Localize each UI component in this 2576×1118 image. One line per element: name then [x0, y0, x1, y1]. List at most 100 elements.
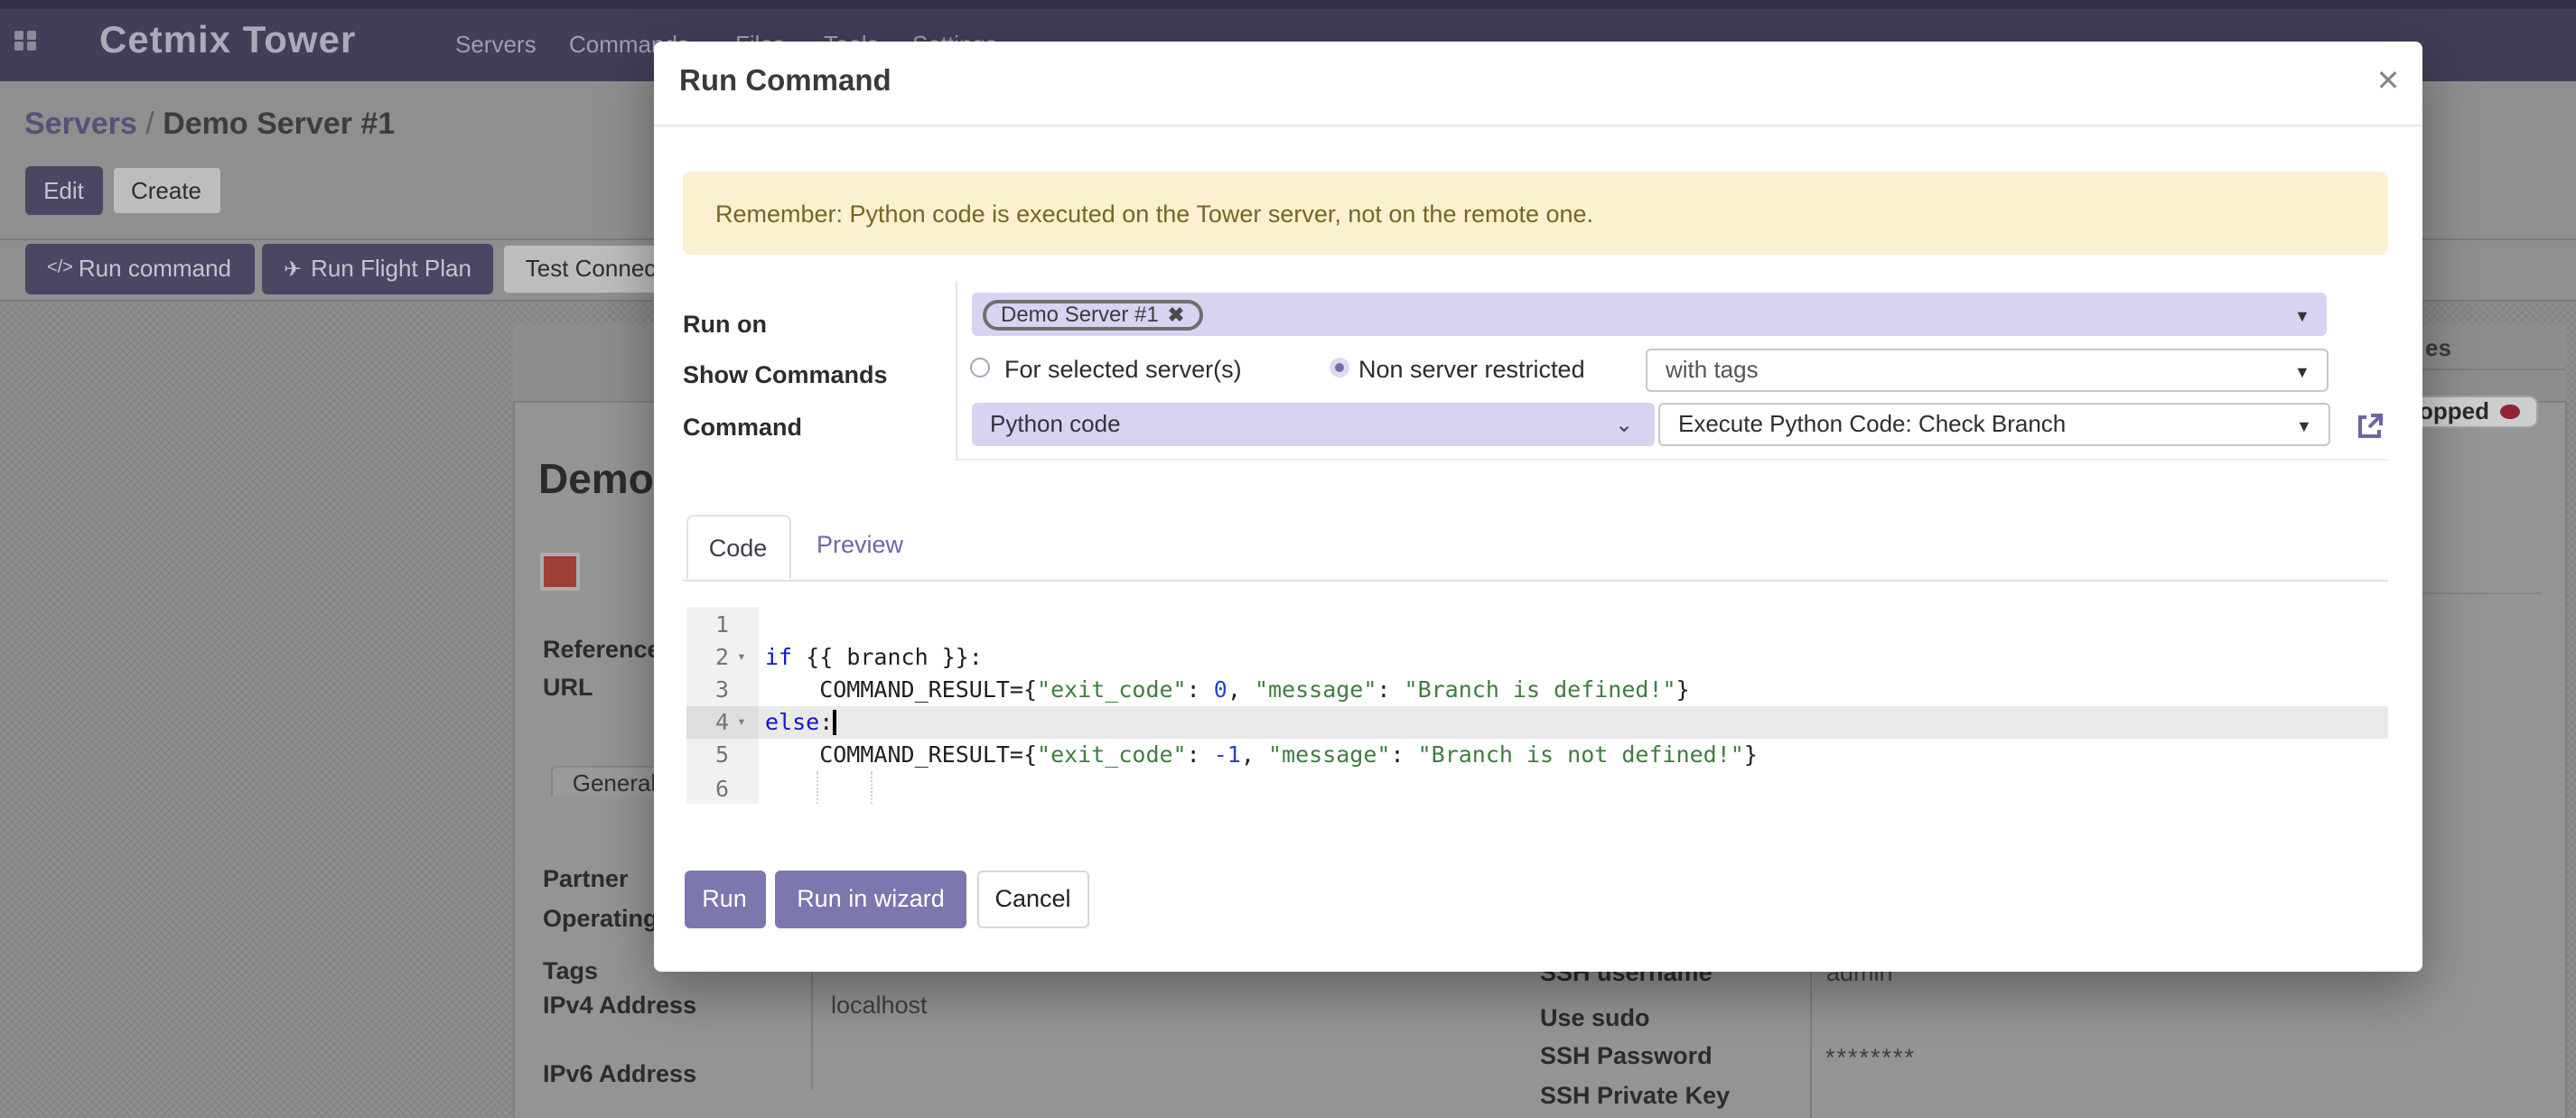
breadcrumb-servers-link[interactable]: Servers: [24, 107, 137, 141]
cancel-button[interactable]: Cancel: [976, 870, 1089, 927]
run-on-multiselect[interactable]: Demo Server #1 ✖: [972, 293, 2327, 336]
apps-grid-icon[interactable]: [14, 30, 36, 50]
code-token: :: [1390, 741, 1417, 769]
code-line-2[interactable]: 2▾ if {{ branch }}:: [686, 639, 2387, 672]
code-token: "Branch is not defined!": [1418, 741, 1744, 769]
line-number: 3: [686, 675, 729, 703]
radio-label-non-server-restricted[interactable]: Non server restricted: [1358, 356, 1585, 383]
field-label-tags: Tags: [543, 957, 598, 984]
code-token: COMMAND_RESULT={: [765, 741, 1037, 769]
server-tag-label: Demo Server #1: [1001, 302, 1159, 327]
python-warning-alert: Remember: Python code is executed on the…: [683, 172, 2388, 255]
code-line-1[interactable]: 1: [686, 607, 2387, 639]
code-token: "exit_code": [1037, 675, 1187, 703]
fold-arrow-icon[interactable]: ▾: [729, 648, 754, 665]
command-label: Command: [683, 413, 802, 440]
code-text: [758, 771, 765, 804]
field-label-ssh-password: SSH Password: [1540, 1042, 1713, 1069]
external-link-icon[interactable]: [2354, 409, 2386, 442]
code-token: ,: [1241, 741, 1268, 769]
code-token: "Branch is defined!": [1405, 675, 1676, 703]
code-token: "exit_code": [1037, 741, 1187, 769]
breadcrumb: Servers / Demo Server #1: [24, 107, 395, 143]
text-cursor: [833, 709, 835, 734]
run-command-button[interactable]: </> Run command: [24, 243, 254, 293]
code-token: "message": [1268, 741, 1390, 769]
code-line-5[interactable]: 5 COMMAND_RESULT={"exit_code": -1, "mess…: [686, 739, 2387, 771]
caret-down-icon[interactable]: ▼: [2294, 306, 2310, 324]
code-token: :: [819, 708, 833, 735]
line-number: 5: [686, 741, 729, 769]
tab-code[interactable]: Code: [686, 515, 790, 580]
code-token: :: [1187, 675, 1214, 703]
field-value-ipv4: localhost: [831, 991, 928, 1018]
plane-icon: ✈: [284, 256, 302, 281]
field-label-partner: Partner: [543, 865, 629, 892]
code-token: else: [765, 708, 819, 735]
card-tab-fragment[interactable]: es: [2425, 334, 2451, 361]
run-command-label: Run command: [79, 255, 231, 282]
code-text: else:: [758, 705, 835, 738]
code-token: -1: [1214, 741, 1241, 769]
code-text: COMMAND_RESULT={"exit_code": -1, "messag…: [758, 739, 1758, 771]
edit-button[interactable]: Edit: [24, 166, 103, 215]
code-token: :: [1377, 675, 1404, 703]
tab-preview[interactable]: Preview: [817, 530, 903, 557]
code-token: COMMAND_RESULT={: [765, 675, 1037, 703]
line-number: 2: [686, 643, 729, 670]
code-token: :: [1187, 741, 1214, 769]
line-number: 1: [686, 610, 729, 637]
nav-item-servers[interactable]: Servers: [455, 31, 537, 58]
gutter-cell[interactable]: 6: [686, 771, 758, 804]
code-line-3[interactable]: 3 COMMAND_RESULT={"exit_code": 0, "messa…: [686, 673, 2387, 705]
field-value-ssh-password: ********: [1825, 1043, 1916, 1070]
gutter-cell[interactable]: 5: [686, 739, 758, 771]
code-line-6[interactable]: 6: [686, 771, 2387, 804]
command-type-select[interactable]: Python code: [972, 403, 1655, 445]
field-label-ipv4: IPv4 Address: [543, 991, 696, 1018]
code-token: if: [765, 643, 792, 670]
indent-guide: [816, 771, 819, 804]
app-brand[interactable]: Cetmix Tower: [99, 20, 356, 63]
run-in-wizard-button[interactable]: Run in wizard: [775, 870, 966, 927]
fold-arrow-icon[interactable]: ▾: [729, 713, 754, 730]
with-tags-select[interactable]: with tags: [1646, 349, 2329, 391]
gutter-cell[interactable]: 2▾: [686, 639, 758, 672]
create-button[interactable]: Create: [111, 166, 221, 215]
gutter-cell[interactable]: 1: [686, 607, 758, 639]
code-token: }: [1744, 741, 1758, 769]
code-token: ,: [1227, 675, 1255, 703]
command-select[interactable]: Execute Python Code: Check Branch: [1658, 403, 2330, 445]
modal-header: [654, 41, 2422, 126]
line-number: 6: [686, 774, 729, 801]
alert-text: Remember: Python code is executed on the…: [715, 200, 1593, 227]
modal-title: Run Command: [679, 64, 891, 98]
indent-guide: [870, 771, 873, 804]
close-icon[interactable]: ✕: [2370, 62, 2406, 98]
code-token: "message": [1255, 675, 1377, 703]
run-button[interactable]: Run: [684, 870, 765, 927]
code-token: {{ branch }}:: [792, 643, 983, 670]
run-flight-plan-button[interactable]: ✈ Run Flight Plan: [262, 243, 493, 293]
form-column-separator: [955, 281, 957, 458]
server-tag[interactable]: Demo Server #1 ✖: [983, 299, 1202, 330]
card-tab-underline: [2422, 368, 2565, 369]
code-line-4[interactable]: 4▾else:: [686, 705, 2387, 738]
gutter-cell[interactable]: 3: [686, 673, 758, 705]
field-label-ipv6: IPv6 Address: [543, 1059, 696, 1086]
code-editor[interactable]: 12▾if {{ branch }}:3 COMMAND_RESULT={"ex…: [686, 607, 2387, 806]
field-label-ssh-private-key: SSH Private Key: [1540, 1082, 1730, 1109]
gutter-cell[interactable]: 4▾: [686, 705, 758, 738]
radio-non-server-restricted[interactable]: [1330, 357, 1349, 377]
show-commands-label: Show Commands: [683, 360, 888, 387]
field-divider: [1809, 972, 1811, 1118]
color-swatch[interactable]: [540, 552, 580, 590]
caret-down-icon[interactable]: ▼: [2296, 416, 2312, 434]
run-on-label: Run on: [683, 310, 767, 337]
radio-label-for-selected-servers[interactable]: For selected server(s): [1004, 356, 1242, 383]
remove-tag-icon[interactable]: ✖: [1168, 303, 1184, 326]
chevron-down-icon[interactable]: ⌄: [1615, 411, 1633, 436]
caret-down-icon[interactable]: ▼: [2294, 362, 2310, 380]
run-flight-plan-label: Run Flight Plan: [311, 255, 471, 282]
radio-for-selected-servers[interactable]: [970, 357, 990, 377]
